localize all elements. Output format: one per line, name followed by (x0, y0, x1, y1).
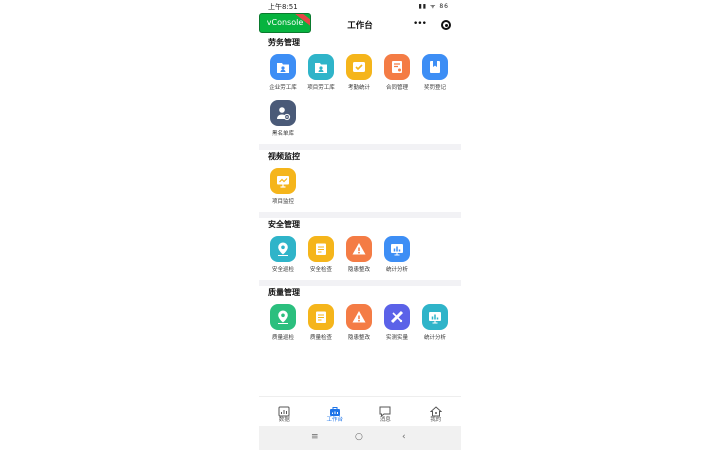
back-icon[interactable]: ‹ (402, 432, 406, 442)
tab-label: 工作台 (326, 417, 343, 423)
app-tile-label: 实测实量 (385, 335, 408, 341)
app-tile-label: 质量巡检 (271, 335, 294, 341)
workbench-icon (329, 402, 341, 416)
app-tile[interactable]: 统计分析 (382, 234, 420, 280)
section-title: 安全管理 (268, 220, 300, 229)
tab-profile[interactable]: 我的 (411, 397, 462, 426)
tab-message[interactable]: 消息 (360, 397, 411, 426)
tab-bar: 数据 工作台 消息 我的 (259, 396, 461, 426)
app-tile[interactable]: 项目监控 (268, 166, 306, 212)
section-title: 质量管理 (268, 288, 300, 297)
status-bar: 上午8:51 ▮▮ ᯤ 86 (259, 0, 461, 12)
app-tile[interactable]: 质量巡检 (268, 302, 306, 348)
tab-data[interactable]: 数据 (259, 397, 310, 426)
data-icon (278, 402, 290, 417)
checkmark-box-icon (346, 54, 372, 80)
phone-screen: 上午8:51 ▮▮ ᯤ 86 vConsole 工作台 ••• 劳务管理企业劳工… (259, 0, 461, 450)
app-tile-label: 安全巡检 (271, 267, 294, 273)
bar-chart-icon (422, 304, 448, 330)
status-time: 上午8:51 (268, 3, 298, 11)
app-tile[interactable]: 项目劳工库 (306, 52, 344, 98)
close-target-icon[interactable] (441, 20, 451, 30)
mini-program-capsule: ••• (409, 18, 453, 32)
workbench-content[interactable]: 劳务管理企业劳工库 项目劳工库 考勤统计 合同管理 奖罚登记黑名单库视频监控项目监控安全… (259, 36, 461, 396)
app-tile-label: 统计分析 (423, 335, 446, 341)
tab-label: 我的 (430, 417, 442, 423)
bar-chart-icon (384, 236, 410, 262)
app-tile[interactable]: 奖罚登记 (420, 52, 458, 98)
home-icon[interactable]: ○ (355, 432, 363, 442)
tab-label: 消息 (379, 417, 391, 423)
app-tile[interactable]: 合同管理 (382, 52, 420, 98)
app-tile[interactable]: 实测实量 (382, 302, 420, 348)
monitor-chart-icon (270, 168, 296, 194)
section: 安全管理安全巡检 安全检查 隐患整改 统计分析 (259, 218, 461, 280)
user-blocked-icon (270, 100, 296, 126)
warning-icon (346, 304, 372, 330)
app-tile-label: 质量检查 (309, 335, 332, 341)
app-tile[interactable]: 隐患整改 (344, 302, 382, 348)
section-title: 劳务管理 (268, 38, 300, 47)
app-tile-label: 考勤统计 (347, 85, 370, 91)
app-grid: 质量巡检 质量检查 隐患整改 实测实量 统计分析 (268, 302, 461, 348)
app-tile-label: 黑名单库 (271, 131, 294, 137)
app-tile[interactable]: 企业劳工库 (268, 52, 306, 98)
folder-user-icon (308, 54, 334, 80)
tab-workbench[interactable]: 工作台 (310, 397, 361, 426)
clipboard-icon (308, 304, 334, 330)
tab-label: 数据 (278, 417, 290, 423)
app-tile[interactable]: 质量检查 (306, 302, 344, 348)
location-pin-icon (270, 236, 296, 262)
section: 质量管理质量巡检 质量检查 隐患整改 实测实量 统计分析 (259, 286, 461, 348)
bookmark-icon (422, 54, 448, 80)
message-icon (379, 402, 391, 418)
app-tile-label: 安全检查 (309, 267, 332, 273)
location-pin-icon (270, 304, 296, 330)
ruler-pen-icon (384, 304, 410, 330)
app-tile[interactable]: 隐患整改 (344, 234, 382, 280)
more-icon[interactable]: ••• (413, 18, 427, 30)
app-tile-label: 企业劳工库 (269, 85, 297, 91)
menu-icon[interactable]: ≡ (311, 432, 319, 442)
clipboard-icon (308, 236, 334, 262)
app-tile[interactable]: 统计分析 (420, 302, 458, 348)
app-tile[interactable]: 考勤统计 (344, 52, 382, 98)
app-tile-label: 隐患整改 (347, 267, 370, 273)
section-title: 视频监控 (268, 152, 300, 161)
app-tile-label: 项目监控 (271, 199, 294, 205)
title-bar: vConsole 工作台 ••• (259, 12, 461, 36)
app-tile-label: 合同管理 (385, 85, 408, 91)
app-tile-label: 统计分析 (385, 267, 408, 273)
status-icons: ▮▮ ᯤ 86 (418, 3, 449, 10)
section: 劳务管理企业劳工库 项目劳工库 考勤统计 合同管理 奖罚登记黑名单库 (259, 36, 461, 144)
app-grid: 企业劳工库 项目劳工库 考勤统计 合同管理 奖罚登记黑名单库 (268, 52, 461, 144)
section: 视频监控 项目监控 (259, 150, 461, 212)
app-tile[interactable]: 安全巡检 (268, 234, 306, 280)
app-tile-label: 项目劳工库 (307, 85, 335, 91)
app-grid: 项目监控 (268, 166, 461, 212)
app-tile[interactable]: 黑名单库 (268, 98, 306, 144)
folder-user-icon (270, 54, 296, 80)
app-tile[interactable]: 安全检查 (306, 234, 344, 280)
app-grid: 安全巡检 安全检查 隐患整改 统计分析 (268, 234, 461, 280)
app-tile-label: 奖罚登记 (423, 85, 446, 91)
app-tile-label: 隐患整改 (347, 335, 370, 341)
warning-icon (346, 236, 372, 262)
profile-icon (429, 402, 443, 417)
system-nav-bar: ≡ ○ ‹ (259, 426, 461, 450)
contract-icon (384, 54, 410, 80)
